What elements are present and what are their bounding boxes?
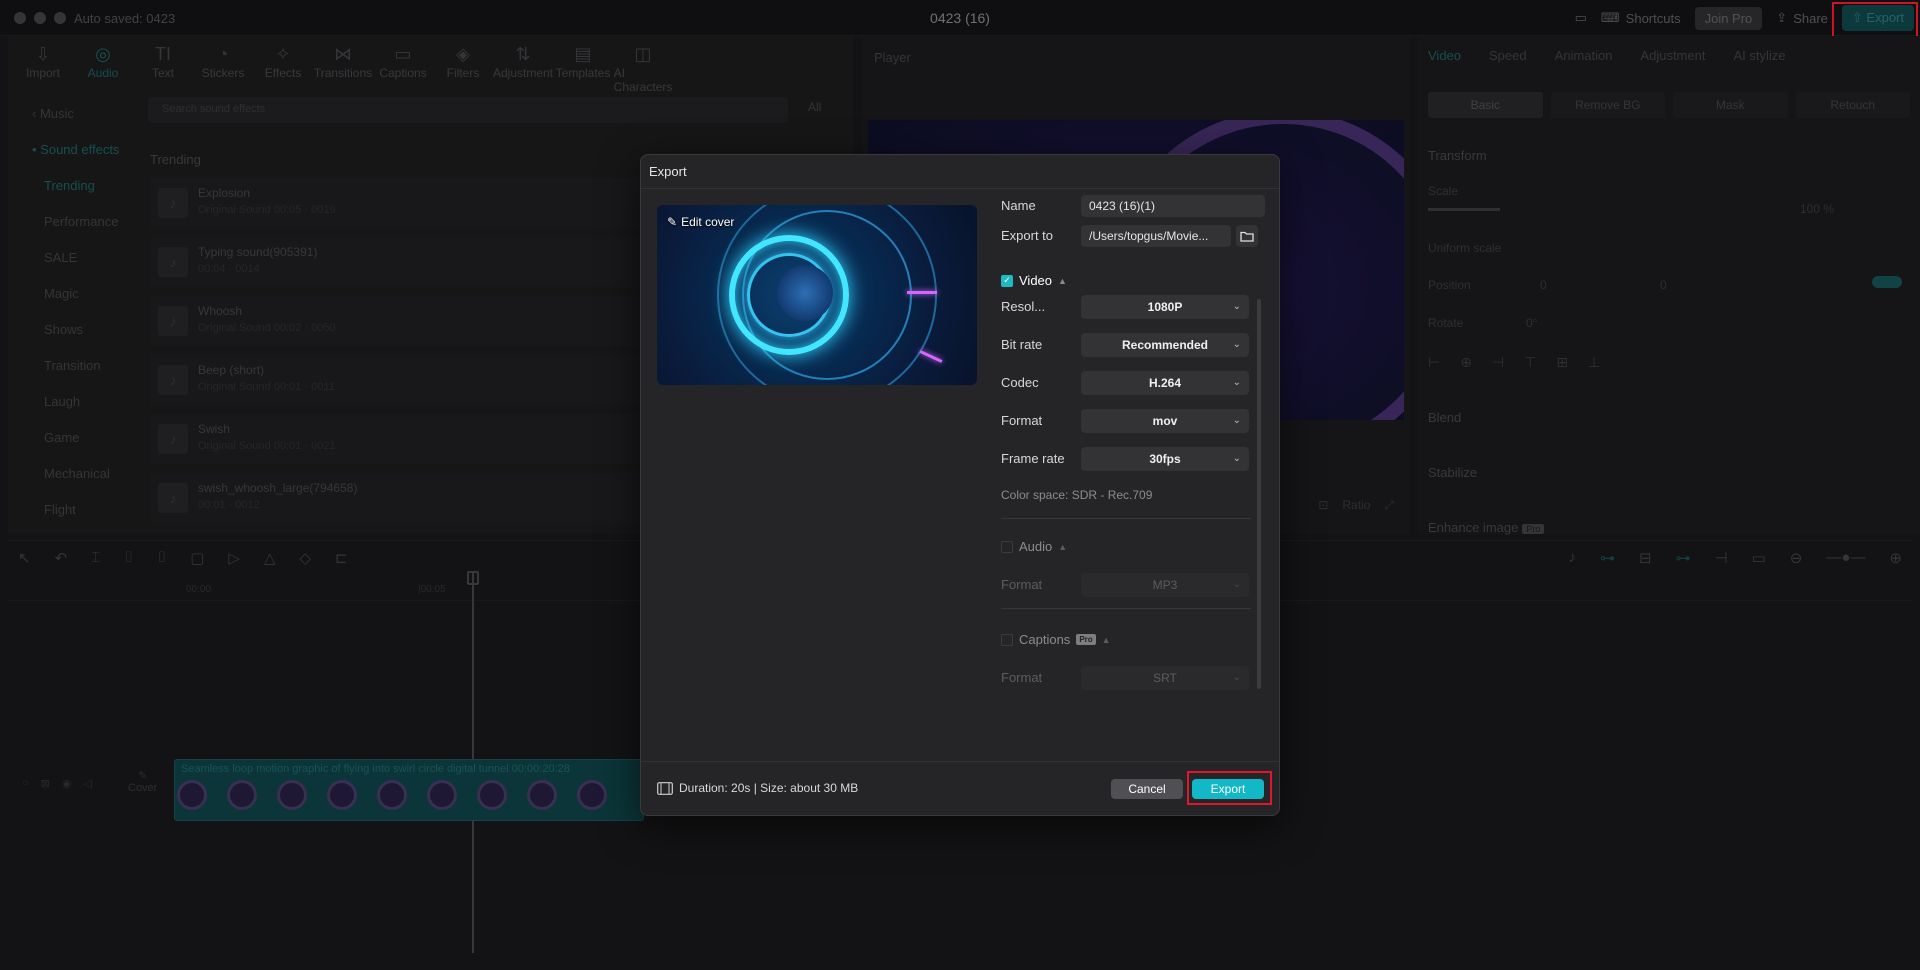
bitrate-select[interactable]: Recommended ⌄: [1081, 333, 1249, 357]
chevron-down-icon: ⌄: [1232, 579, 1241, 590]
captions-format-label: Format: [1001, 670, 1043, 685]
cover-preview[interactable]: ✎ Edit cover: [657, 205, 977, 385]
chevron-down-icon: ⌄: [1232, 415, 1241, 426]
audio-checkbox[interactable]: [1001, 540, 1013, 553]
captions-checkbox[interactable]: [1001, 633, 1013, 646]
browse-folder-button[interactable]: [1236, 225, 1258, 247]
edit-cover-button[interactable]: ✎ Edit cover: [667, 215, 734, 229]
chevron-down-icon: ⌄: [1232, 453, 1241, 464]
name-input[interactable]: 0423 (16)(1): [1081, 195, 1265, 217]
light-streak-icon: [919, 350, 943, 363]
chevron-down-icon: ⌄: [1232, 301, 1241, 312]
video-section-toggle[interactable]: ✓ Video ▲: [1001, 273, 1067, 288]
dialog-title: Export: [649, 164, 687, 179]
format-label: Format: [1001, 413, 1043, 428]
frame-rate-label: Frame rate: [1001, 451, 1065, 466]
chevron-down-icon: ⌄: [1232, 377, 1241, 388]
codec-label: Codec: [1001, 375, 1039, 390]
section-divider: [1001, 608, 1251, 609]
video-checkbox[interactable]: ✓: [1001, 274, 1013, 287]
resolution-label: Resol...: [1001, 299, 1046, 314]
codec-select[interactable]: H.264 ⌄: [1081, 371, 1249, 395]
film-icon: [657, 781, 673, 795]
color-space-info: Color space: SDR - Rec.709: [1001, 488, 1153, 502]
pro-badge: Pro: [1076, 634, 1096, 645]
collapse-icon: ▲: [1101, 634, 1111, 645]
bitrate-label: Bit rate: [1001, 337, 1043, 352]
settings-scrollbar[interactable]: [1257, 299, 1261, 689]
export-dialog: Export ✎ Edit cover Name 0423 (16)(1) Exp…: [640, 154, 1280, 816]
tunnel-core: [777, 265, 833, 321]
audio-section-toggle[interactable]: Audio ▲: [1001, 539, 1067, 554]
pencil-icon: ✎: [667, 215, 678, 229]
chevron-down-icon: ⌄: [1232, 339, 1241, 350]
format-select[interactable]: mov ⌄: [1081, 409, 1249, 433]
highlight-export-button: [1187, 771, 1272, 805]
export-summary: Duration: 20s | Size: about 30 MB: [657, 781, 858, 795]
export-to-label: Export to: [1001, 228, 1054, 243]
chevron-down-icon: ⌄: [1232, 672, 1241, 683]
captions-section-toggle[interactable]: Captions Pro ▲: [1001, 632, 1111, 647]
collapse-icon: ▲: [1058, 275, 1067, 286]
light-streak-icon: [907, 291, 937, 294]
folder-icon: [1240, 231, 1254, 242]
collapse-icon: ▲: [1058, 541, 1068, 552]
section-divider: [1001, 518, 1251, 519]
resolution-select[interactable]: 1080P ⌄: [1081, 295, 1249, 319]
app-window: Auto saved: 0423 0423 (16) ▭ ⌨ Shortcuts …: [0, 0, 1920, 970]
name-label: Name: [1001, 198, 1036, 213]
captions-format-select[interactable]: SRT ⌄: [1081, 666, 1249, 690]
dialog-divider: [641, 188, 1279, 189]
export-path-input[interactable]: /Users/topgus/Movie...: [1081, 225, 1231, 247]
frame-rate-select[interactable]: 30fps ⌄: [1081, 447, 1249, 471]
audio-format-label: Format: [1001, 577, 1043, 592]
audio-format-select[interactable]: MP3 ⌄: [1081, 573, 1249, 597]
footer-divider: [641, 761, 1279, 762]
cancel-button[interactable]: Cancel: [1111, 779, 1183, 799]
